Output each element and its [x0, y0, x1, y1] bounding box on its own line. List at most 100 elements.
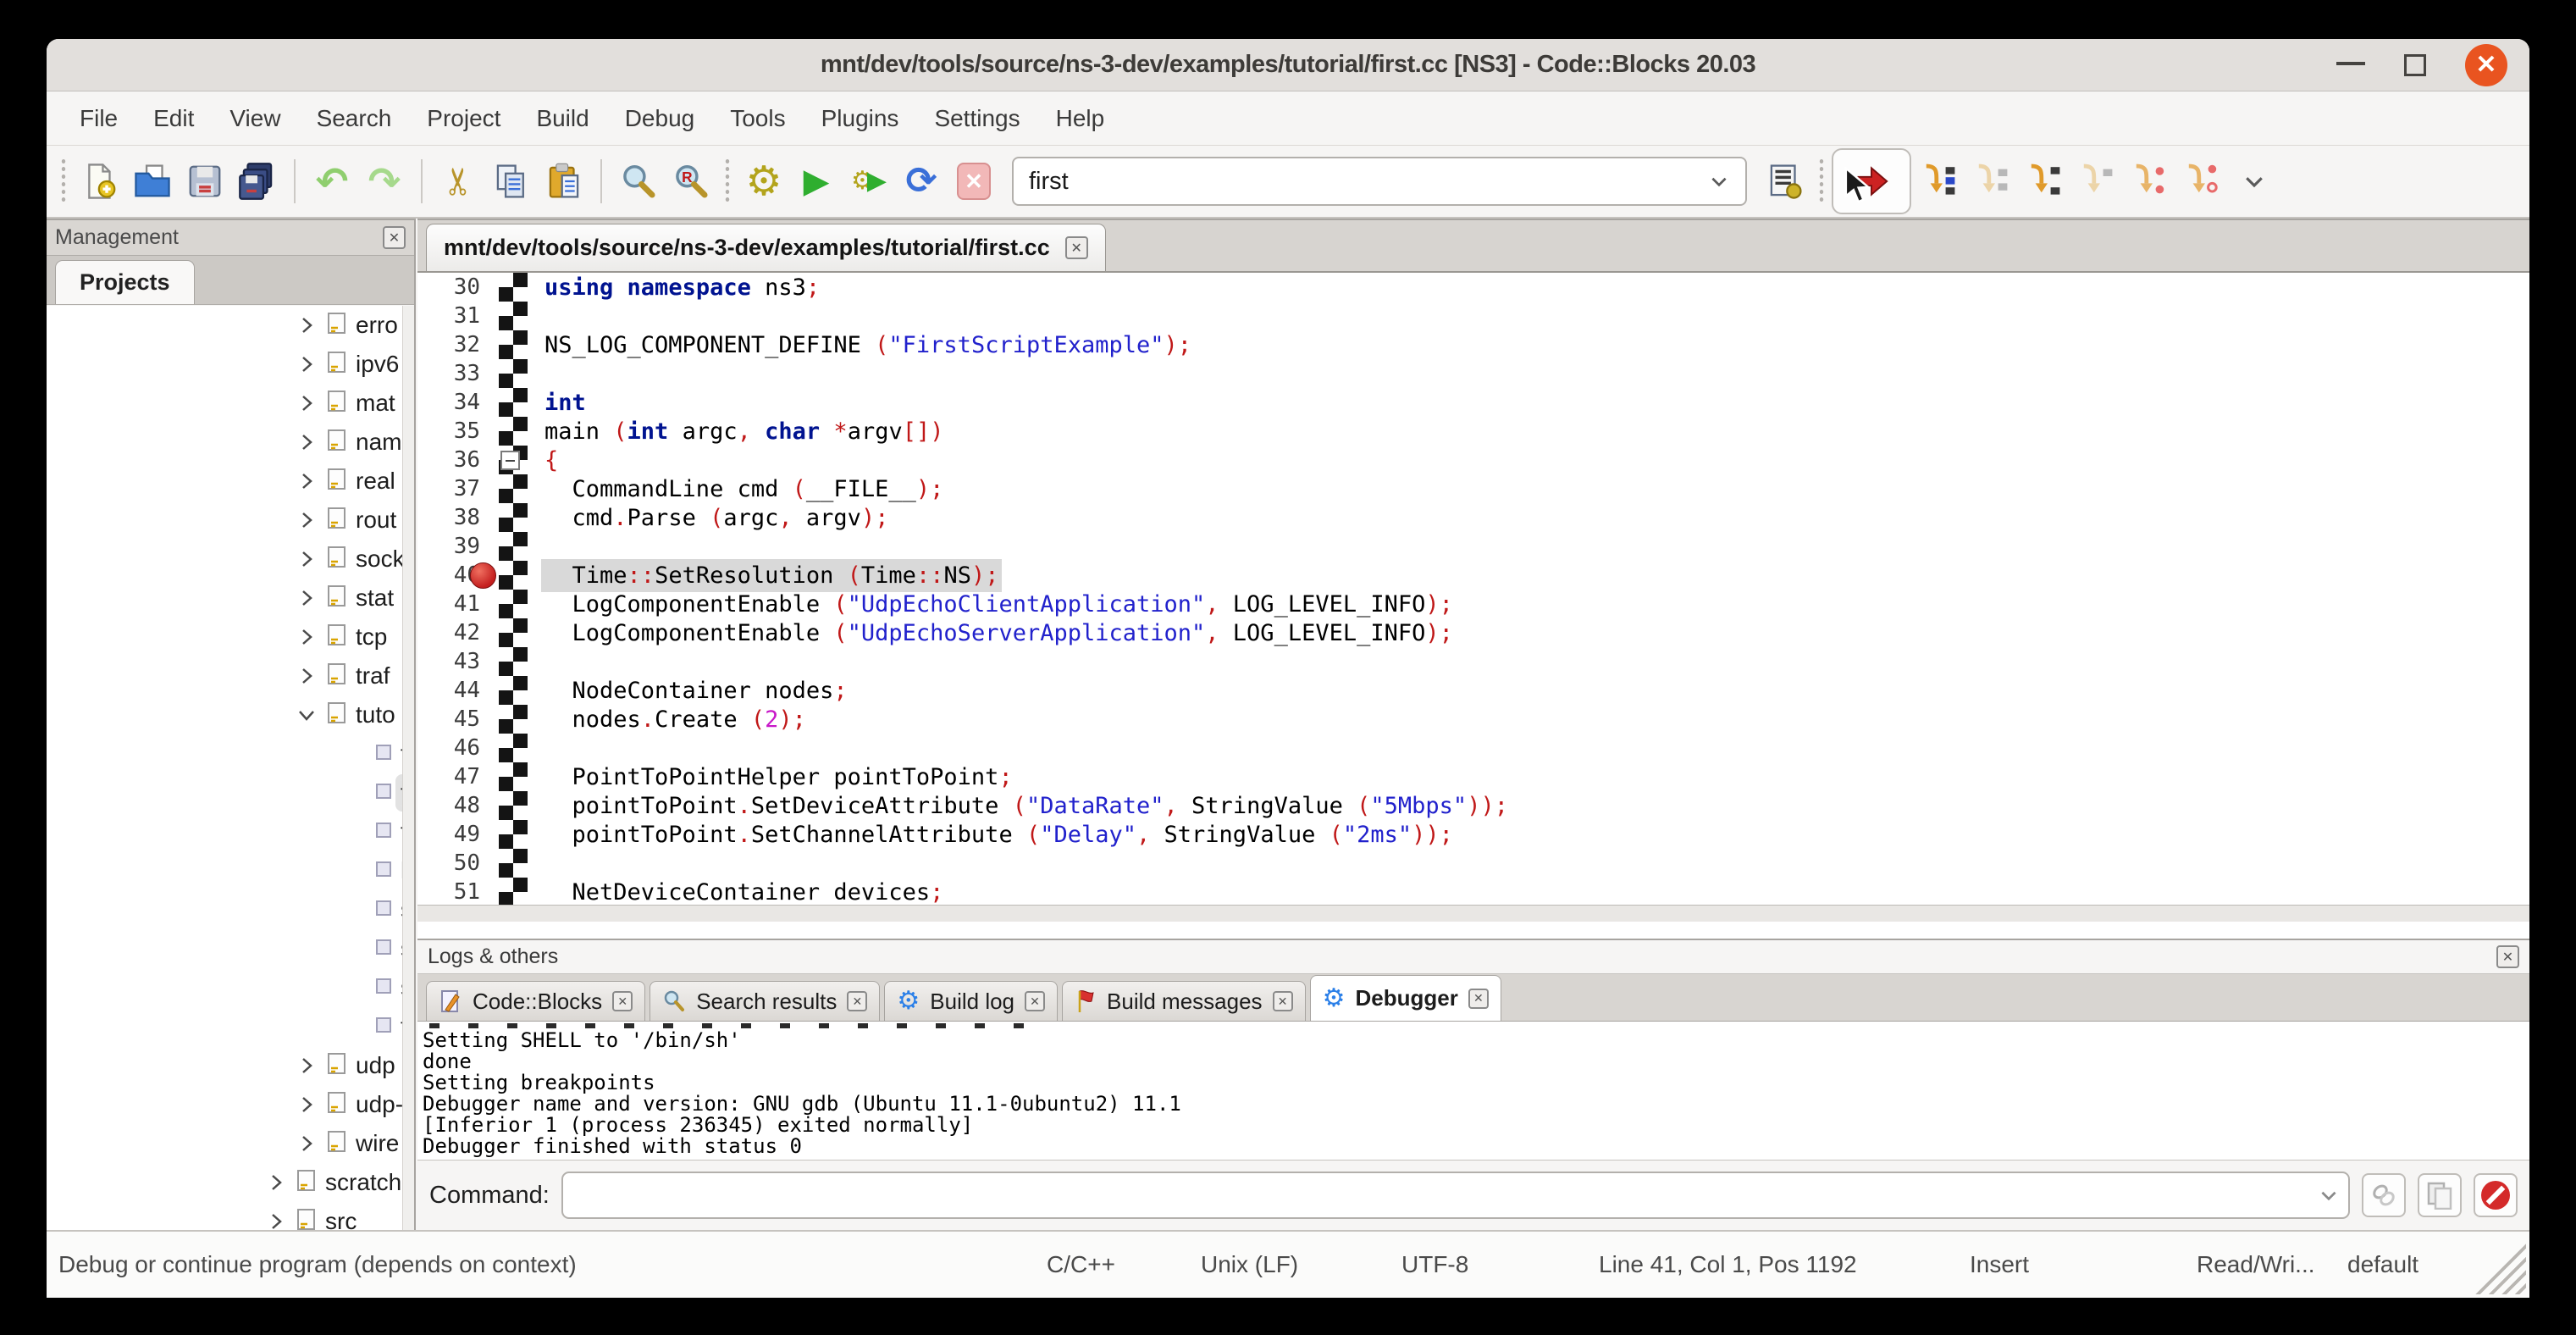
tab-build-messages[interactable]: Build messages ✕ [1062, 981, 1306, 1021]
next-instruction-button[interactable] [2121, 155, 2174, 208]
tree-item-traf[interactable]: traf [47, 656, 402, 695]
build-button[interactable]: ⚙ [738, 155, 790, 208]
tree-item-fif[interactable]: fif [47, 734, 402, 773]
tree-item-nam[interactable]: nam [47, 423, 402, 462]
chevron-right-icon[interactable] [296, 548, 318, 570]
abort-button[interactable]: ✕ [948, 155, 1000, 208]
code-line-44[interactable]: 44 NodeContainer nodes; [417, 676, 2529, 705]
management-close-icon[interactable]: ✕ [383, 226, 406, 249]
attach-button[interactable] [2362, 1173, 2406, 1217]
code-line-40[interactable]: 40 Time::SetResolution (Time::NS); [417, 561, 2529, 590]
menu-search[interactable]: Search [299, 105, 410, 132]
tree-item-tcp[interactable]: tcp [47, 618, 402, 656]
step-into-instruction-button[interactable] [2174, 155, 2226, 208]
build-target-combobox[interactable]: first [1012, 157, 1747, 206]
code-line-38[interactable]: 38 cmd.Parse (argc, argv); [417, 503, 2529, 532]
stop-debugger-button[interactable] [2474, 1173, 2518, 1217]
tree-item-stat[interactable]: stat [47, 579, 402, 618]
tree-item-wire[interactable]: wire [47, 1124, 402, 1163]
chevron-right-icon[interactable] [296, 392, 318, 414]
project-tree[interactable]: erroipv6matnamrealroutsockstattcptraftut… [47, 306, 402, 1230]
code-editor[interactable]: 30using namespace ns3;3132NS_LOG_COMPONE… [417, 273, 2529, 922]
copy-button[interactable] [485, 155, 538, 208]
copy-log-button[interactable] [2418, 1173, 2462, 1217]
undo-button[interactable]: ↶ [306, 155, 358, 208]
code-line-50[interactable]: 50 [417, 849, 2529, 878]
code-line-49[interactable]: 49 pointToPoint.SetChannelAttribute ("De… [417, 820, 2529, 849]
editor-hscrollbar[interactable] [417, 905, 2529, 922]
tab-close-icon[interactable]: ✕ [1273, 991, 1293, 1011]
chevron-right-icon[interactable] [296, 665, 318, 687]
tab-codeblocks[interactable]: Code::Blocks ✕ [426, 981, 645, 1021]
code-line-41[interactable]: 41 LogComponentEnable ("UdpEchoClientApp… [417, 590, 2529, 618]
menu-settings[interactable]: Settings [916, 105, 1037, 132]
fold-collapse-icon[interactable] [500, 451, 520, 470]
tree-item-tuto[interactable]: tuto [47, 695, 402, 734]
chevron-right-icon[interactable] [296, 314, 318, 336]
tree-item-sock[interactable]: sock [47, 540, 402, 579]
chevron-right-icon[interactable] [265, 1172, 287, 1194]
tab-close-icon[interactable]: ✕ [612, 991, 633, 1011]
menu-build[interactable]: Build [518, 105, 606, 132]
chevron-down-icon[interactable] [296, 704, 318, 726]
toolbar-overflow-chevron-icon[interactable] [2242, 169, 2267, 194]
logs-close-icon[interactable]: ✕ [2496, 945, 2519, 968]
maximize-button[interactable] [2404, 54, 2426, 76]
command-combobox[interactable] [561, 1172, 2350, 1219]
menu-edit[interactable]: Edit [135, 105, 212, 132]
find-button[interactable] [612, 155, 665, 208]
chevron-right-icon[interactable] [296, 509, 318, 531]
code-line-48[interactable]: 48 pointToPoint.SetDeviceAttribute ("Dat… [417, 791, 2529, 820]
breakpoint-icon[interactable] [470, 562, 496, 589]
tree-item-mat[interactable]: mat [47, 384, 402, 423]
code-line-42[interactable]: 42 LogComponentEnable ("UdpEchoServerApp… [417, 618, 2529, 647]
chevron-right-icon[interactable] [296, 1133, 318, 1155]
tree-item-erro[interactable]: erro [47, 306, 402, 345]
chevron-down-icon[interactable] [2318, 1184, 2340, 1206]
code-line-45[interactable]: 45 nodes.Create (2); [417, 705, 2529, 734]
code-line-46[interactable]: 46 [417, 734, 2529, 762]
tab-close-icon[interactable]: ✕ [1468, 989, 1489, 1009]
tab-build-log[interactable]: ⚙ Build log ✕ [884, 981, 1058, 1021]
tab-close-icon[interactable]: ✕ [847, 991, 867, 1011]
tab-projects[interactable]: Projects [55, 260, 195, 304]
save-button[interactable] [179, 155, 231, 208]
close-button[interactable]: ✕ [2465, 44, 2507, 86]
toolbar-grip[interactable] [1818, 158, 1825, 205]
new-file-button[interactable] [74, 155, 126, 208]
cut-button[interactable]: ✂ [433, 155, 485, 208]
code-line-51[interactable]: 51 NetDeviceContainer devices; [417, 878, 2529, 906]
debug-continue-button[interactable] [1832, 148, 1911, 214]
tree-item-udp[interactable]: udp [47, 1046, 402, 1085]
menu-debug[interactable]: Debug [607, 105, 713, 132]
minimize-button[interactable] [2336, 60, 2365, 65]
chevron-right-icon[interactable] [265, 1210, 287, 1230]
tree-item-fir[interactable]: fir [47, 773, 402, 812]
code-line-32[interactable]: 32NS_LOG_COMPONENT_DEFINE ("FirstScriptE… [417, 330, 2529, 359]
code-line-37[interactable]: 37 CommandLine cmd (__FILE__); [417, 474, 2529, 503]
tree-item-scratch[interactable]: scratch [47, 1163, 402, 1202]
tree-scrollbar[interactable] [402, 306, 414, 1230]
redo-button[interactable]: ↷ [358, 155, 411, 208]
rebuild-button[interactable]: ⟳ [895, 155, 948, 208]
code-line-33[interactable]: 33 [417, 359, 2529, 388]
command-input[interactable] [572, 1182, 2318, 1210]
next-line-button[interactable] [1964, 155, 2016, 208]
logs-header[interactable]: Logs & others ✕ [417, 940, 2529, 974]
menu-view[interactable]: View [212, 105, 298, 132]
code-line-30[interactable]: 30using namespace ns3; [417, 273, 2529, 302]
menu-project[interactable]: Project [409, 105, 518, 132]
tree-item-se[interactable]: se [47, 890, 402, 929]
management-header[interactable]: Management ✕ [47, 220, 414, 256]
debugging-windows-button[interactable] [1759, 155, 1811, 208]
build-and-run-button[interactable]: ⚙▶ [843, 155, 895, 208]
tab-debugger[interactable]: ⚙ Debugger ✕ [1310, 975, 1501, 1021]
tab-close-icon[interactable]: ✕ [1025, 991, 1045, 1011]
tree-item-src[interactable]: src [47, 1202, 402, 1230]
chevron-right-icon[interactable] [296, 353, 318, 375]
chevron-right-icon[interactable] [296, 431, 318, 453]
chevron-right-icon[interactable] [296, 626, 318, 648]
toolbar-grip[interactable] [60, 158, 67, 205]
resize-grip[interactable] [2470, 1238, 2526, 1294]
code-line-34[interactable]: 34int [417, 388, 2529, 417]
